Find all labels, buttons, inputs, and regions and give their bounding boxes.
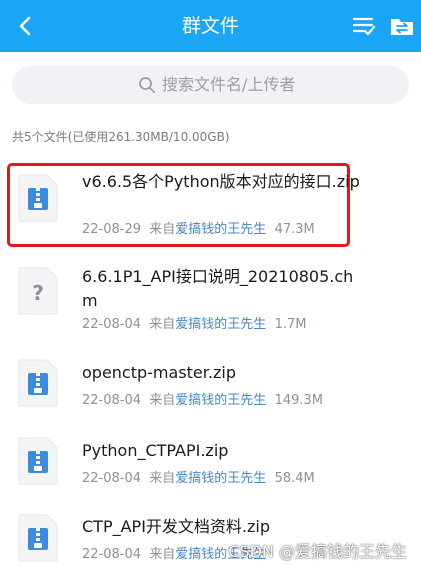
svg-text:?: ? <box>32 281 44 305</box>
file-date: 22-08-29 <box>82 222 142 237</box>
file-meta: 22-08-04 来自爱搞钱的王先生 1.7M <box>82 316 306 334</box>
file-from-label: 来自 <box>149 222 176 237</box>
file-from-label: 来自 <box>149 393 176 408</box>
file-from-label: 来自 <box>149 317 176 332</box>
zip-file-icon <box>18 437 58 485</box>
search-icon <box>139 77 155 93</box>
file-size: 1.7M <box>274 317 307 332</box>
file-name: CTP_API开发文档资料.zip <box>82 517 270 536</box>
unknown-file-icon: ? <box>18 267 58 315</box>
zip-file-icon <box>18 359 58 407</box>
header-bar: 群文件 <box>0 0 421 52</box>
file-meta: 22-08-04 来自爱搞钱的王先生 149.3M <box>82 392 323 410</box>
file-from-label: 来自 <box>149 471 176 486</box>
file-uploader[interactable]: 爱搞钱的王先生 <box>175 317 266 332</box>
file-item-2[interactable]: ? 6.6.1P1_API接口说明_20210805.chm 22-08-04 … <box>0 260 421 340</box>
watermark: CSDN @爱搞钱的王先生 <box>228 542 407 561</box>
search-placeholder: 搜索文件名/上传者 <box>162 75 296 94</box>
file-date: 22-08-04 <box>82 317 142 332</box>
file-item-3[interactable]: openctp-master.zip 22-08-04 来自爱搞钱的王先生 14… <box>0 355 421 415</box>
file-name: v6.6.5各个Python版本对应的接口.zip <box>82 172 360 191</box>
folder-transfer-icon[interactable] <box>388 12 416 40</box>
storage-summary: 共5个文件(已使用261.30MB/10.00GB) <box>12 130 230 144</box>
zip-file-icon <box>18 174 58 222</box>
file-date: 22-08-04 <box>82 547 142 562</box>
file-meta: 22-08-04 来自爱搞钱的王先生 58.4M <box>82 470 315 488</box>
file-date: 22-08-04 <box>82 471 142 486</box>
zip-file-icon <box>18 514 58 562</box>
file-item-1[interactable]: v6.6.5各个Python版本对应的接口.zip 22-08-29 来自爱搞钱… <box>0 165 421 245</box>
search-bar[interactable]: 搜索文件名/上传者 <box>12 66 409 104</box>
file-item-4[interactable]: Python_CTPAPI.zip 22-08-04 来自爱搞钱的王先生 58.… <box>0 433 421 493</box>
file-uploader[interactable]: 爱搞钱的王先生 <box>175 393 266 408</box>
list-check-icon[interactable] <box>350 12 378 40</box>
file-name: Python_CTPAPI.zip <box>82 441 229 460</box>
file-name: openctp-master.zip <box>82 363 236 382</box>
file-meta: 22-08-29 来自爱搞钱的王先生 47.3M <box>82 221 315 239</box>
file-size: 47.3M <box>274 222 315 237</box>
file-from-label: 来自 <box>149 547 176 562</box>
file-name: 6.6.1P1_API接口说明_20210805.chm <box>82 267 354 310</box>
file-size: 58.4M <box>274 471 315 486</box>
file-date: 22-08-04 <box>82 393 142 408</box>
file-uploader[interactable]: 爱搞钱的王先生 <box>175 222 266 237</box>
file-uploader[interactable]: 爱搞钱的王先生 <box>175 471 266 486</box>
file-size: 149.3M <box>274 393 324 408</box>
